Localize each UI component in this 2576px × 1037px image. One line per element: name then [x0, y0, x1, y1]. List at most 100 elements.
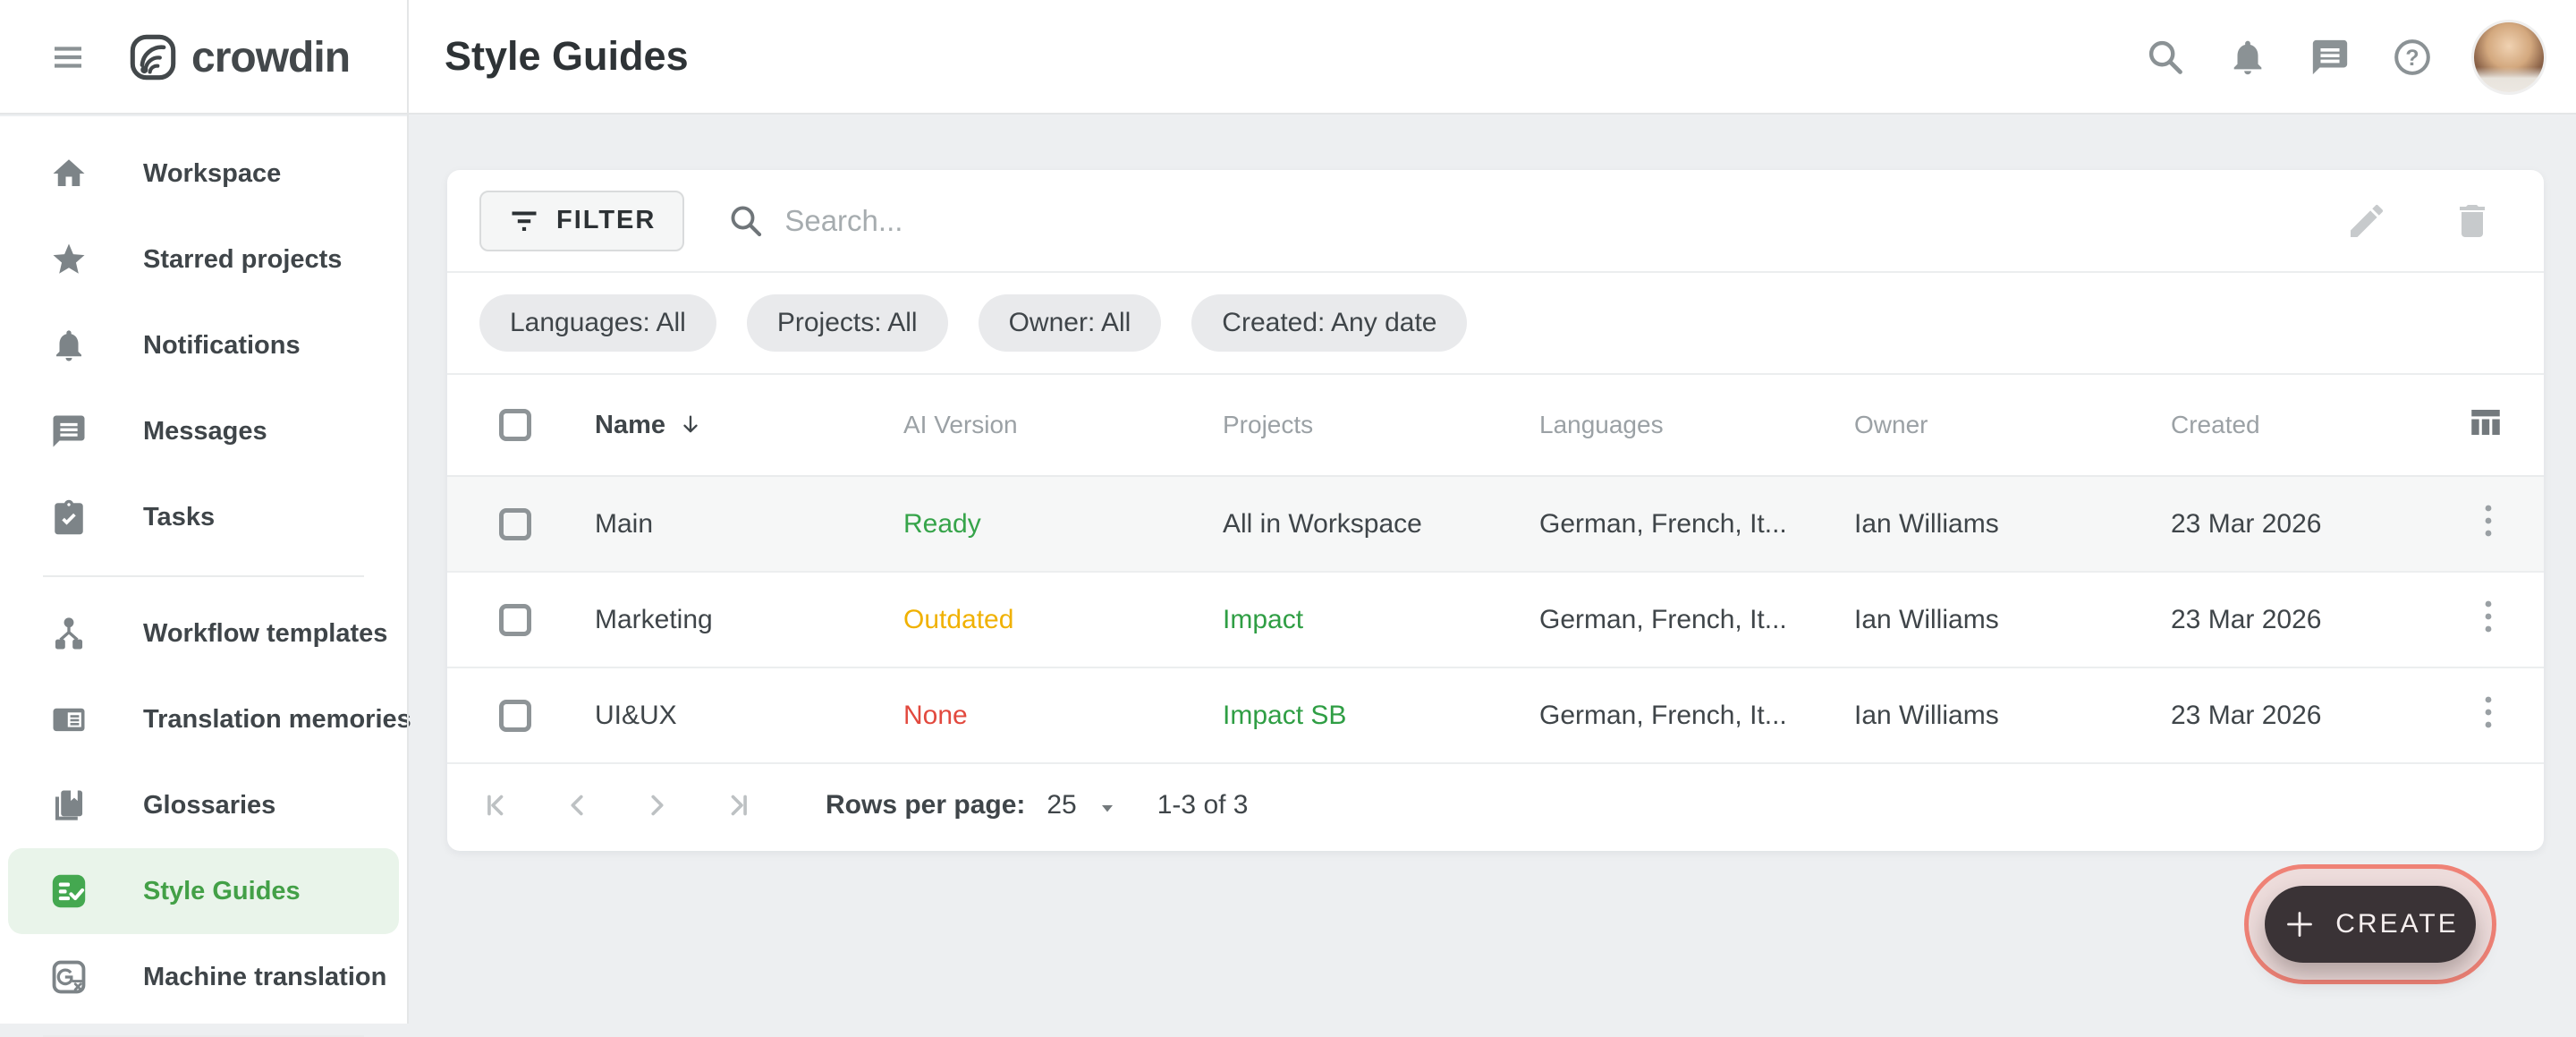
sidebar-item-label: Style Guides: [143, 877, 301, 906]
row-checkbox[interactable]: [499, 700, 531, 732]
search-icon[interactable]: [2145, 37, 2186, 78]
table-pagination: Rows per page: 25 1-3 of 3: [447, 764, 2544, 846]
sidebar-item-label: Workflow templates: [143, 619, 387, 649]
create-button-label: CREATE: [2335, 909, 2458, 939]
avatar[interactable]: [2474, 22, 2544, 92]
plus-icon: [2282, 906, 2318, 942]
column-header-languages[interactable]: Languages: [1539, 411, 1854, 439]
machine-translation-icon: [50, 958, 88, 996]
sidebar-item-label: Messages: [143, 417, 267, 446]
toolbar-actions: [2345, 200, 2494, 242]
sidebar-item-machine-translation[interactable]: Machine translation: [0, 934, 407, 1020]
cell-languages: German, French, It...: [1539, 509, 1854, 540]
star-icon: [50, 241, 88, 278]
table-toolbar: FILTER: [447, 170, 2544, 273]
sidebar-item-label: Translation memories: [143, 705, 411, 735]
rows-per-page-label: Rows per page:: [826, 790, 1025, 820]
style-guides-panel: FILTER Languages: All Projects: All Owne…: [447, 170, 2544, 851]
sidebar-item-glossaries[interactable]: Glossaries: [0, 762, 407, 848]
cell-created: 23 Mar 2026: [2171, 701, 2442, 731]
caret-down-icon: [1097, 797, 1118, 819]
sidebar-section-divider: [43, 575, 364, 577]
cell-projects-link[interactable]: Impact SB: [1223, 701, 1539, 731]
hamburger-menu-icon[interactable]: [50, 39, 86, 75]
bell-icon[interactable]: [2227, 37, 2268, 78]
table-row[interactable]: Main Ready All in Workspace German, Fren…: [447, 477, 2544, 573]
rows-per-page-select[interactable]: 25: [1046, 790, 1117, 820]
table-row[interactable]: UI&UX None Impact SB German, French, It.…: [447, 668, 2544, 764]
page-title: Style Guides: [445, 0, 689, 113]
sidebar-item-tasks[interactable]: Tasks: [0, 474, 407, 560]
cell-languages: German, French, It...: [1539, 701, 1854, 731]
sidebar-item-workspace[interactable]: Workspace: [0, 131, 407, 217]
previous-page-button[interactable]: [561, 788, 595, 822]
sidebar-item-label: Glossaries: [143, 791, 275, 820]
column-header-projects[interactable]: Projects: [1223, 411, 1539, 439]
delete-icon[interactable]: [2451, 200, 2494, 242]
row-checkbox[interactable]: [499, 508, 531, 540]
sidebar-item-notifications[interactable]: Notifications: [0, 302, 407, 388]
select-all-checkbox[interactable]: [499, 409, 531, 441]
sidebar-item-style-guides[interactable]: Style Guides: [8, 848, 399, 934]
filter-button-label: FILTER: [556, 206, 656, 235]
chat-icon: [50, 412, 88, 450]
column-header-created[interactable]: Created: [2171, 411, 2442, 439]
next-page-button[interactable]: [640, 788, 674, 822]
cell-projects-link[interactable]: Impact: [1223, 605, 1539, 635]
app-window: crowdin Style Guides ?: [0, 0, 2576, 1024]
sort-descending-icon: [678, 412, 703, 438]
help-icon[interactable]: ?: [2392, 37, 2433, 78]
sidebar-item-translation-memories[interactable]: Translation memories: [0, 676, 407, 762]
workflow-icon: [50, 615, 88, 652]
top-bar: crowdin Style Guides ?: [0, 0, 2576, 115]
table-row[interactable]: Marketing Outdated Impact German, French…: [447, 573, 2544, 668]
search-icon: [727, 202, 765, 240]
create-button-highlight-ring: CREATE: [2244, 864, 2496, 984]
chip-projects[interactable]: Projects: All: [747, 294, 948, 352]
crowdin-logo-icon: [127, 31, 179, 83]
chip-owner[interactable]: Owner: All: [979, 294, 1162, 352]
filter-button[interactable]: FILTER: [479, 191, 684, 251]
cell-owner: Ian Williams: [1854, 701, 2171, 731]
cell-name: Marketing: [595, 605, 903, 635]
first-page-button[interactable]: [482, 788, 516, 822]
book-icon: [50, 786, 88, 824]
crowdin-logo[interactable]: crowdin: [127, 0, 350, 115]
sidebar-item-label: Notifications: [143, 331, 301, 361]
sidebar-item-workflow-templates[interactable]: Workflow templates: [0, 591, 407, 676]
home-icon: [50, 155, 88, 192]
row-menu-icon[interactable]: [2481, 693, 2496, 732]
topbar-actions: ?: [2145, 0, 2544, 115]
chip-languages[interactable]: Languages: All: [479, 294, 716, 352]
row-menu-icon[interactable]: [2481, 501, 2496, 540]
sidebar-item-label: Workspace: [143, 159, 281, 189]
column-header-ai-version[interactable]: AI Version: [903, 411, 1223, 439]
translation-memory-icon: [50, 701, 88, 738]
edit-icon[interactable]: [2345, 200, 2388, 242]
messages-icon[interactable]: [2309, 37, 2351, 78]
row-menu-icon[interactable]: [2481, 597, 2496, 636]
create-button[interactable]: CREATE: [2265, 886, 2476, 963]
sidebar-divider: [407, 0, 409, 1024]
last-page-button[interactable]: [718, 788, 752, 822]
column-header-name[interactable]: Name: [595, 411, 903, 440]
column-settings-icon[interactable]: [2467, 404, 2504, 441]
cell-created: 23 Mar 2026: [2171, 605, 2442, 635]
filter-icon: [508, 205, 540, 237]
cell-name: UI&UX: [595, 701, 903, 731]
search-input[interactable]: [784, 204, 1768, 238]
cell-owner: Ian Williams: [1854, 509, 2171, 540]
filter-chips-row: Languages: All Projects: All Owner: All …: [447, 273, 2544, 375]
rows-per-page-value: 25: [1046, 790, 1076, 820]
sidebar-item-messages[interactable]: Messages: [0, 388, 407, 474]
cell-ai-version: Outdated: [903, 605, 1223, 635]
sidebar-item-starred-projects[interactable]: Starred projects: [0, 217, 407, 302]
row-checkbox[interactable]: [499, 604, 531, 636]
sidebar-item-label: Machine translation: [143, 963, 386, 992]
clipboard-check-icon: [50, 498, 88, 536]
chip-created[interactable]: Created: Any date: [1191, 294, 1467, 352]
column-header-owner[interactable]: Owner: [1854, 411, 2171, 439]
sidebar: Workspace Starred projects Notifications…: [0, 116, 407, 1024]
bell-icon: [50, 327, 88, 364]
cell-languages: German, French, It...: [1539, 605, 1854, 635]
